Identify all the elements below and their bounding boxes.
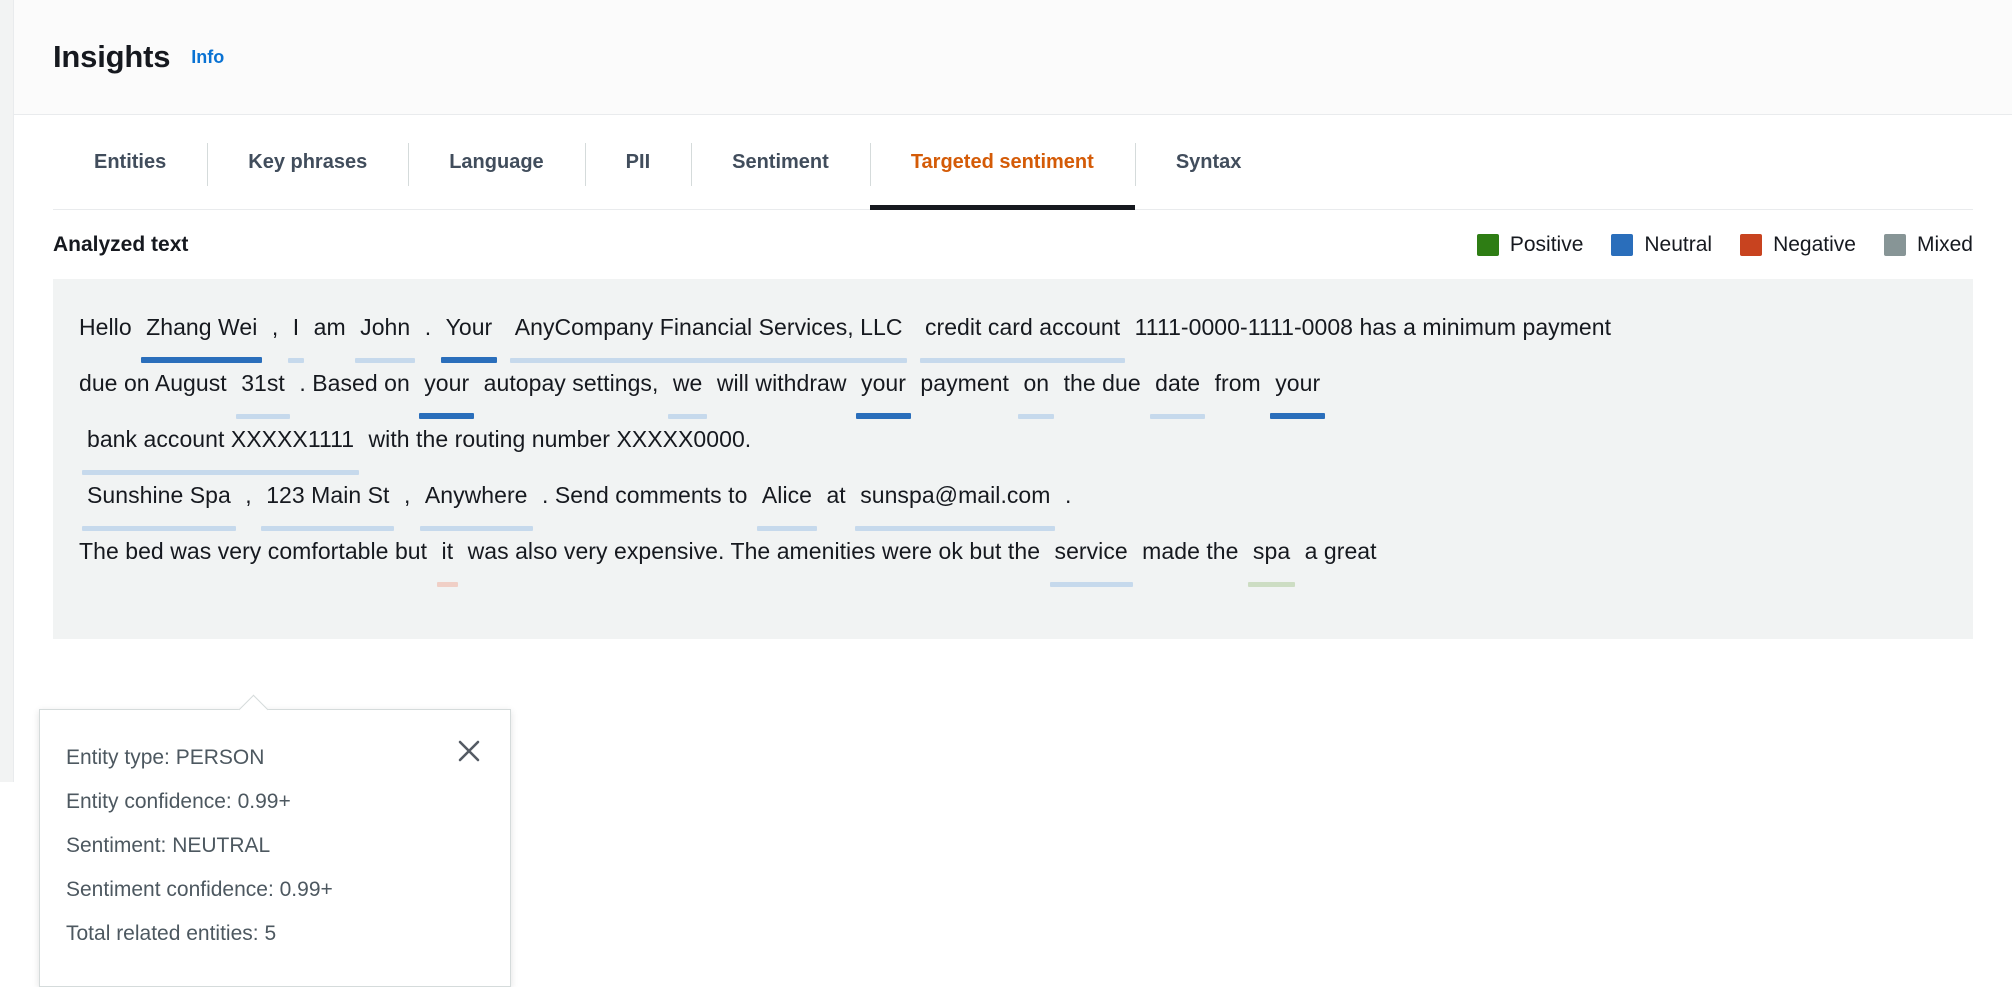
legend-label: Positive <box>1509 232 1584 256</box>
plain-text: with the routing number XXXXX0000. <box>368 426 752 452</box>
sentiment-legend: Positive Neutral Negative Mixed <box>1476 232 1973 257</box>
plain-text: . <box>424 314 432 340</box>
plain-text: , <box>403 482 411 508</box>
entity-token[interactable]: it <box>435 523 461 587</box>
legend-label: Neutral <box>1644 232 1713 256</box>
close-icon[interactable] <box>454 736 484 766</box>
entity-token[interactable]: your <box>854 355 913 419</box>
insights-tablist: Entities Key phrases Language PII Sentiment T… <box>14 115 2012 210</box>
plain-text: due on August <box>79 370 227 396</box>
entity-token[interactable]: Alice <box>755 467 819 531</box>
tab-targeted-sentiment[interactable]: Targeted sentiment <box>869 115 1135 210</box>
popover-entity-type: Entity type: PERSON <box>66 746 265 769</box>
analyzed-text-line-1: Hello Zhang Wei , I am John . Your AnyCo… <box>79 299 1947 363</box>
popover-sentiment-confidence: Sentiment confidence: 0.99+ <box>66 878 333 901</box>
plain-text: . <box>1064 482 1072 508</box>
plain-text: autopay settings, <box>483 370 659 396</box>
entity-token[interactable]: 31st <box>234 355 292 419</box>
analyzed-text-panel: Hello Zhang Wei , I am John . Your AnyCo… <box>39 279 1973 987</box>
plain-text: , <box>271 314 279 340</box>
tab-syntax[interactable]: Syntax <box>1134 115 1283 210</box>
plain-text: , <box>245 482 252 508</box>
entity-token[interactable]: Anywhere <box>418 467 535 531</box>
entity-token[interactable]: your <box>1268 355 1327 419</box>
plain-text: a great <box>1304 538 1377 564</box>
plain-text: made the <box>1142 538 1239 564</box>
left-rail <box>0 0 14 782</box>
analysis-section: Analyzed text Positive Neutral Negative Mix… <box>14 210 2012 987</box>
entity-token[interactable]: Your <box>439 299 500 363</box>
entity-token[interactable]: Zhang Wei <box>139 299 264 363</box>
plain-text: payment <box>920 370 1009 396</box>
entity-token[interactable]: I <box>286 299 306 363</box>
tab-language[interactable]: Language <box>408 115 584 210</box>
page-header: Insights Info <box>14 0 2012 115</box>
entity-token[interactable]: sunspa@mail.com <box>853 467 1057 531</box>
insights-container: Insights Info Entities Key phrases Languag… <box>14 0 2012 987</box>
plain-text: the due <box>1063 370 1141 396</box>
tab-pii[interactable]: PII <box>584 115 691 210</box>
tab-sentiment[interactable]: Sentiment <box>691 115 870 210</box>
plain-text: was also very expensive. The amenities w… <box>467 538 1041 564</box>
entity-token[interactable]: we <box>666 355 710 419</box>
plain-text: at <box>826 482 846 508</box>
entity-token[interactable]: date <box>1148 355 1207 419</box>
plain-text: Hello <box>79 314 132 340</box>
plain-text: The bed <box>79 538 164 564</box>
entity-token[interactable]: John <box>353 299 417 363</box>
analyzed-text-label: Analyzed text <box>53 232 189 256</box>
plain-text: from <box>1214 370 1261 396</box>
panel-bottom-spacer <box>53 639 1973 679</box>
entity-token[interactable]: 123 Main St <box>259 467 396 531</box>
legend-label: Mixed <box>1916 232 1973 256</box>
analyzed-text-line-4: Sunshine Spa , 123 Main St , Anywhere . … <box>79 467 1947 531</box>
legend-swatch-neutral-icon <box>1611 233 1634 256</box>
analyzed-text-line-5: The bed was very comfortable but it was … <box>79 523 1947 587</box>
plain-text: . Based on <box>299 370 410 396</box>
entity-token[interactable]: your <box>417 355 476 419</box>
entity-token[interactable]: AnyCompany Financial Services, LLC <box>508 299 910 363</box>
popover-sentiment: Sentiment: NEUTRAL <box>66 834 271 857</box>
legend-item-mixed: Mixed <box>1883 232 1973 257</box>
plain-text: will withdraw <box>716 370 847 396</box>
entity-token[interactable]: spa <box>1246 523 1297 587</box>
entity-details-popover: Entity type: PERSON Entity confidence: 0… <box>39 694 511 987</box>
analyzed-text-line-2: due on August 31st . Based on your autop… <box>79 355 1947 419</box>
tab-key-phrases[interactable]: Key phrases <box>207 115 408 210</box>
plain-text: am <box>313 314 346 340</box>
legend-item-neutral: Neutral <box>1611 233 1712 257</box>
tab-entities[interactable]: Entities <box>53 115 207 210</box>
entity-token[interactable]: on <box>1016 355 1056 419</box>
entity-token[interactable]: credit card account <box>918 299 1127 363</box>
analysis-header: Analyzed text Positive Neutral Negative Mix… <box>53 210 1973 279</box>
legend-label: Negative <box>1773 232 1856 256</box>
popover-total-related-entities: Total related entities: 5 <box>66 922 277 945</box>
plain-text: 1111-0000-1111-0008 has a minimum paymen… <box>1134 314 1612 340</box>
legend-swatch-mixed-icon <box>1883 233 1906 256</box>
legend-swatch-negative-icon <box>1740 233 1763 256</box>
analyzed-text-line-3: bank account XXXXX1111 with the routing … <box>79 411 1947 475</box>
popover-entity-confidence: Entity confidence: 0.99+ <box>66 790 291 813</box>
entity-token[interactable]: Sunshine Spa <box>80 467 238 531</box>
legend-item-negative: Negative <box>1740 233 1856 257</box>
plain-text: . Send comments to <box>541 482 748 508</box>
legend-item-positive: Positive <box>1476 232 1584 257</box>
entity-token[interactable]: service <box>1048 523 1135 587</box>
plain-text: was very comfortable but <box>170 538 428 564</box>
entity-token[interactable]: bank account XXXXX1111 <box>80 411 361 475</box>
page-title: Insights <box>53 39 171 74</box>
legend-swatch-positive-icon <box>1476 233 1499 256</box>
info-link[interactable]: Info <box>191 47 224 68</box>
popover-arrow <box>238 694 269 725</box>
insights-page: Insights Info Entities Key phrases Languag… <box>0 0 2012 987</box>
